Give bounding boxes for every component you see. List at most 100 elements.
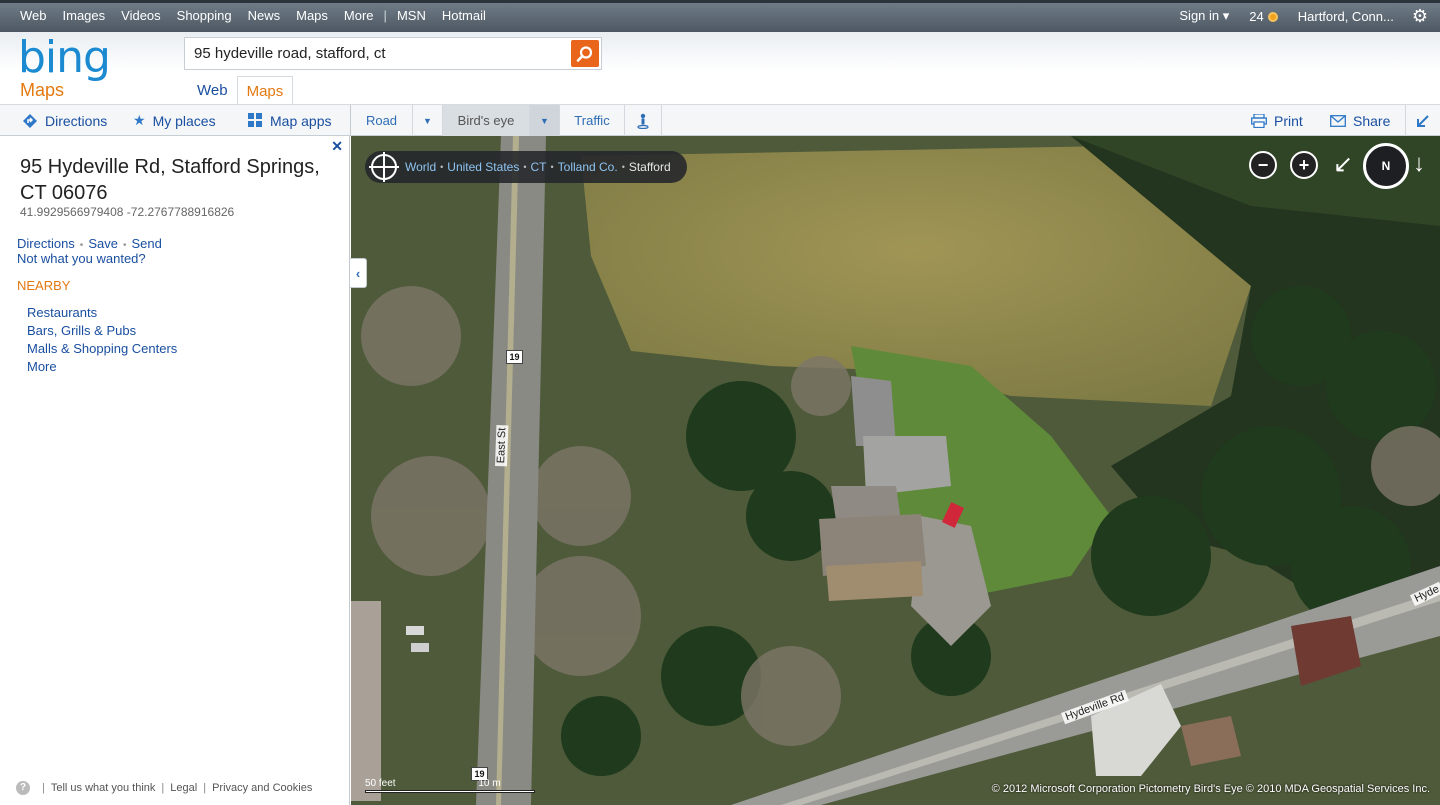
breadcrumb-ct[interactable]: CT (530, 160, 546, 174)
map-scale: 50 feet 10 m (365, 778, 535, 793)
rewards-icon (1267, 11, 1278, 22)
scale-bar (365, 790, 535, 793)
map-apps-button[interactable]: Map apps (248, 105, 331, 136)
breadcrumb-united-states[interactable]: United States (447, 160, 519, 174)
help-icon[interactable]: ? (16, 781, 30, 795)
breadcrumb-stafford: Stafford (628, 160, 671, 174)
route-19-shield: 19 (506, 350, 523, 364)
rotate-right-icon[interactable]: ↓ (1413, 150, 1425, 178)
topnav-more[interactable]: More (336, 8, 382, 23)
legal-link[interactable]: Legal (170, 782, 197, 794)
gear-icon[interactable]: ⚙ (1412, 7, 1428, 25)
minimize-panel-button[interactable] (1405, 105, 1440, 136)
envelope-icon (1330, 114, 1346, 127)
topnav-shopping[interactable]: Shopping (169, 8, 240, 23)
nearby-more-link[interactable]: More (27, 359, 57, 374)
breadcrumb-separator: • (621, 162, 625, 172)
share-label: Share (1353, 112, 1391, 129)
result-address: 95 Hydeville Rd, Stafford Springs, CT 06… (20, 156, 320, 204)
star-icon: ★ (133, 112, 146, 128)
collapse-panel-chevron-icon[interactable]: ‹ (350, 258, 367, 288)
footer-separator: | (161, 782, 165, 794)
nearby-malls-link[interactable]: Malls & Shopping Centers (27, 341, 177, 356)
breadcrumb-separator: • (550, 162, 554, 172)
dot-separator: • (79, 240, 84, 251)
location-breadcrumb: World • United States • CT • Tolland Co.… (365, 151, 687, 183)
compass-icon[interactable]: N (1363, 143, 1409, 189)
streetside-person-icon[interactable] (625, 105, 662, 136)
feedback-link[interactable]: Tell us what you think (51, 782, 156, 794)
bing-logo[interactable]: bing (18, 32, 111, 83)
search-box (184, 37, 602, 70)
directions-button[interactable]: Directions (22, 105, 107, 136)
print-label: Print (1274, 112, 1303, 129)
birds-eye-map[interactable]: World • United States • CT • Tolland Co.… (351, 136, 1440, 805)
footer-separator: | (42, 782, 45, 794)
nearby-bars-link[interactable]: Bars, Grills & Pubs (27, 323, 136, 338)
result-actions: Directions • Save • Send (17, 236, 162, 251)
rewards-count: 24 (1249, 8, 1264, 24)
rewards-badge[interactable]: 24 (1249, 8, 1278, 24)
topnav-hotmail[interactable]: Hotmail (434, 8, 494, 23)
topnav-separator: | (383, 8, 387, 23)
result-directions-link[interactable]: Directions (17, 236, 75, 251)
map-toolbar: Directions ★ My places Map apps Road ▼ B… (0, 104, 1440, 136)
road-dropdown-chevron-icon[interactable]: ▼ (413, 105, 443, 136)
scope-maps[interactable]: Maps (236, 76, 294, 107)
birds-eye-dropdown-chevron-icon[interactable]: ▼ (530, 105, 560, 136)
print-button[interactable]: Print (1251, 105, 1303, 136)
traffic-button[interactable]: Traffic (560, 105, 625, 136)
breadcrumb-separator: • (523, 162, 527, 172)
topnav-images[interactable]: Images (55, 8, 114, 23)
birds-eye-view-button[interactable]: Bird's eye (443, 105, 530, 136)
printer-icon (1251, 113, 1267, 128)
map-copyright: © 2012 Microsoft Corporation Pictometry … (991, 783, 1430, 795)
search-scopes: Web Maps (188, 76, 294, 107)
topnav-web[interactable]: Web (12, 8, 55, 23)
sign-in-link[interactable]: Sign in ▾ (1179, 8, 1229, 24)
zoom-out-icon[interactable]: − (1249, 151, 1277, 179)
my-places-button[interactable]: ★ My places (133, 105, 216, 136)
search-input[interactable] (185, 38, 569, 69)
nearby-heading: NEARBY (17, 278, 71, 293)
topnav-news[interactable]: News (240, 8, 289, 23)
topnav-msn[interactable]: MSN (389, 8, 434, 23)
search-button[interactable] (571, 40, 599, 67)
privacy-link[interactable]: Privacy and Cookies (212, 782, 312, 794)
breadcrumb-world[interactable]: World (405, 160, 436, 174)
panel-footer: ? | Tell us what you think | Legal | Pri… (16, 781, 312, 795)
zoom-in-icon[interactable]: + (1290, 151, 1318, 179)
topnav-maps[interactable]: Maps (288, 8, 336, 23)
apps-grid-icon (248, 113, 262, 127)
road-view-button[interactable]: Road (351, 105, 413, 136)
topnav-videos[interactable]: Videos (113, 8, 169, 23)
directions-label: Directions (45, 112, 108, 129)
breadcrumb-separator: • (440, 162, 444, 172)
header: bing Maps Web Maps (0, 32, 1440, 107)
east-st-label: East St (495, 424, 509, 467)
nearby-restaurants-link[interactable]: Restaurants (27, 305, 97, 320)
my-places-label: My places (152, 112, 216, 129)
scale-feet-label: 50 feet (365, 778, 396, 789)
close-icon[interactable]: ✕ (331, 138, 343, 155)
top-nav-links: Web Images Videos Shopping News Maps Mor… (12, 8, 494, 23)
person-icon (637, 113, 649, 129)
not-what-you-wanted-link[interactable]: Not what you wanted? (17, 251, 146, 266)
breadcrumb-tolland-co[interactable]: Tolland Co. (558, 160, 618, 174)
scope-web[interactable]: Web (188, 76, 237, 107)
scale-meters-label: 10 m (478, 778, 501, 789)
directions-icon (23, 113, 37, 128)
result-coordinates: 41.9929566979408 -72.2767788916826 (20, 205, 235, 219)
dot-separator: • (122, 240, 127, 251)
location-link[interactable]: Hartford, Conn... (1298, 9, 1394, 24)
maps-logo-label: Maps (20, 80, 65, 100)
map-apps-label: Map apps (270, 112, 332, 129)
share-button[interactable]: Share (1330, 105, 1390, 136)
rotate-left-icon[interactable]: ↙ (1333, 150, 1353, 179)
locate-icon[interactable] (369, 152, 399, 182)
result-save-link[interactable]: Save (88, 236, 118, 251)
aerial-imagery (351, 136, 1440, 805)
result-send-link[interactable]: Send (131, 236, 161, 251)
top-navigation-bar: Web Images Videos Shopping News Maps Mor… (0, 0, 1440, 32)
nearby-list: Restaurants Bars, Grills & Pubs Malls & … (27, 304, 177, 376)
